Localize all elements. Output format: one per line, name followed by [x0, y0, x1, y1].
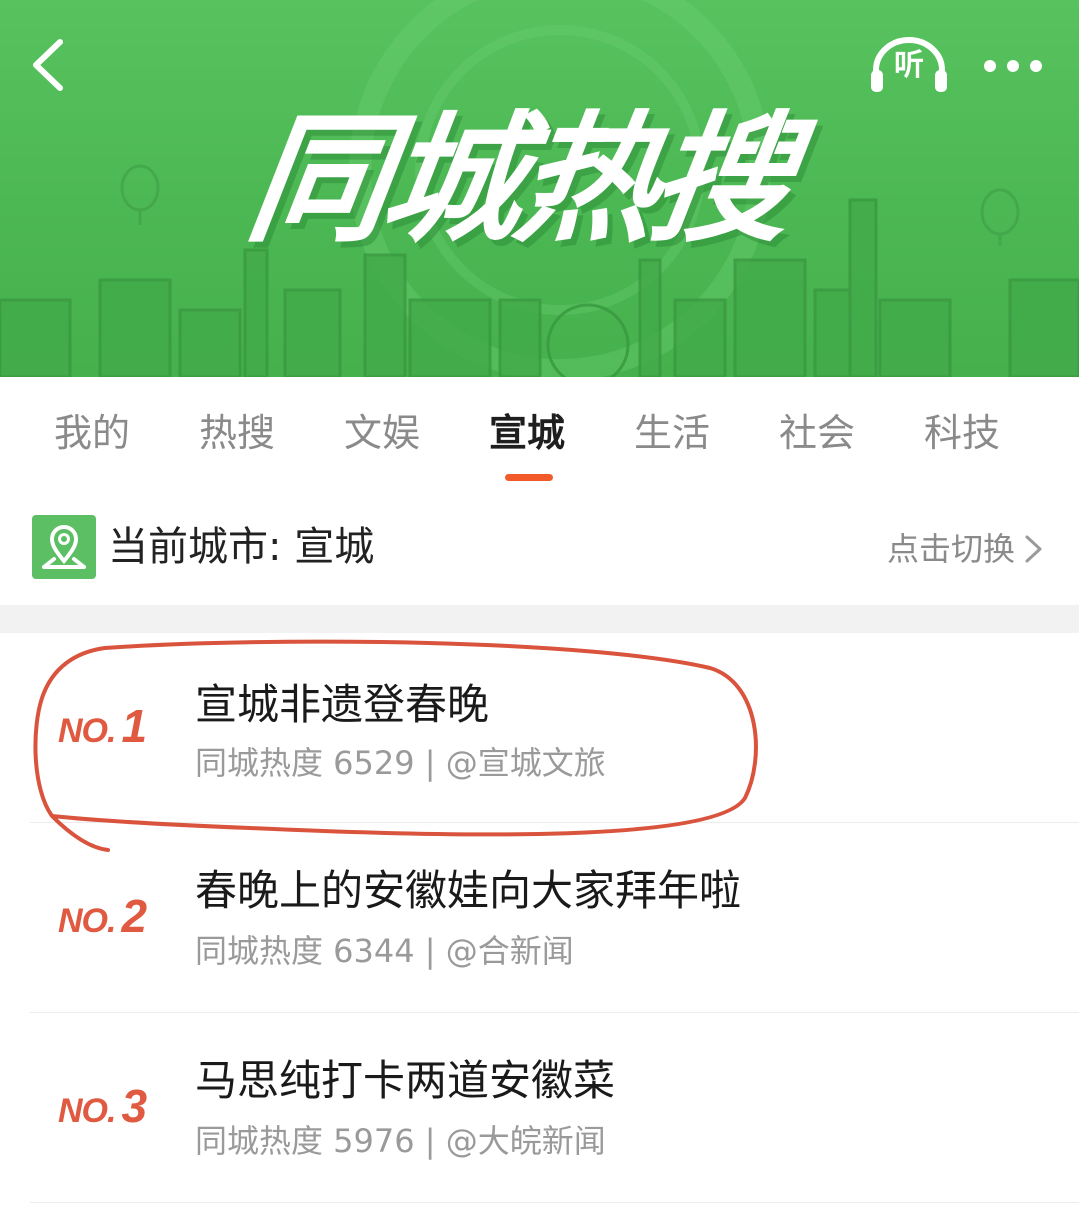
chevron-right-icon[interactable] [1023, 534, 1045, 564]
more-dots-icon [984, 60, 1042, 72]
item-meta: 同城热度 6529 | @宣城文旅 [195, 744, 606, 782]
divider [30, 1202, 1079, 1203]
item-meta: 同城热度 5976 | @大皖新闻 [195, 1122, 606, 1160]
more-button[interactable] [978, 46, 1048, 86]
category-tabs: 我的 热搜 文娱 宣城 生活 社会 科技 [0, 377, 1079, 487]
banner: 同城热搜 听 [0, 0, 1079, 377]
list-item[interactable]: NO. 3 马思纯打卡两道安徽菜 同城热度 5976 | @大皖新闻 [0, 1013, 1079, 1203]
back-button[interactable] [24, 34, 78, 96]
banner-title: 同城热搜 [238, 99, 798, 262]
item-title: 宣城非遗登春晚 [195, 680, 490, 729]
chevron-left-icon [33, 39, 63, 91]
listen-button[interactable]: 听 [868, 36, 950, 96]
tab-entertainment[interactable]: 文娱 [344, 405, 420, 465]
active-tab-indicator [505, 474, 553, 481]
rank-badge: NO. 1 [58, 700, 148, 752]
tab-xuancheng[interactable]: 宣城 [489, 405, 565, 465]
list-item[interactable]: NO. 2 春晚上的安徽娃向大家拜年啦 同城热度 6344 | @合新闻 [0, 823, 1079, 1013]
city-bar: 当前城市: 宣城 点击切换 [0, 495, 1079, 605]
rank-badge: NO. 3 [58, 1080, 148, 1132]
tab-technology[interactable]: 科技 [924, 405, 1000, 465]
listen-label: 听 [894, 48, 924, 83]
item-title: 马思纯打卡两道安徽菜 [195, 1056, 616, 1105]
rank-badge: NO. 2 [58, 890, 148, 942]
list-item[interactable]: NO. 1 宣城非遗登春晚 同城热度 6529 | @宣城文旅 [0, 633, 1079, 823]
switch-city-button[interactable]: 点击切换 [887, 527, 1015, 571]
tab-mine[interactable]: 我的 [54, 405, 130, 465]
location-pin-icon [32, 515, 96, 579]
tab-society[interactable]: 社会 [779, 405, 855, 465]
tab-hot-search[interactable]: 热搜 [199, 405, 275, 465]
item-title: 春晚上的安徽娃向大家拜年啦 [195, 866, 742, 915]
section-divider [0, 605, 1079, 633]
item-meta: 同城热度 6344 | @合新闻 [195, 932, 574, 970]
current-city-label: 当前城市: 宣城 [108, 524, 375, 570]
tab-life[interactable]: 生活 [634, 405, 710, 465]
